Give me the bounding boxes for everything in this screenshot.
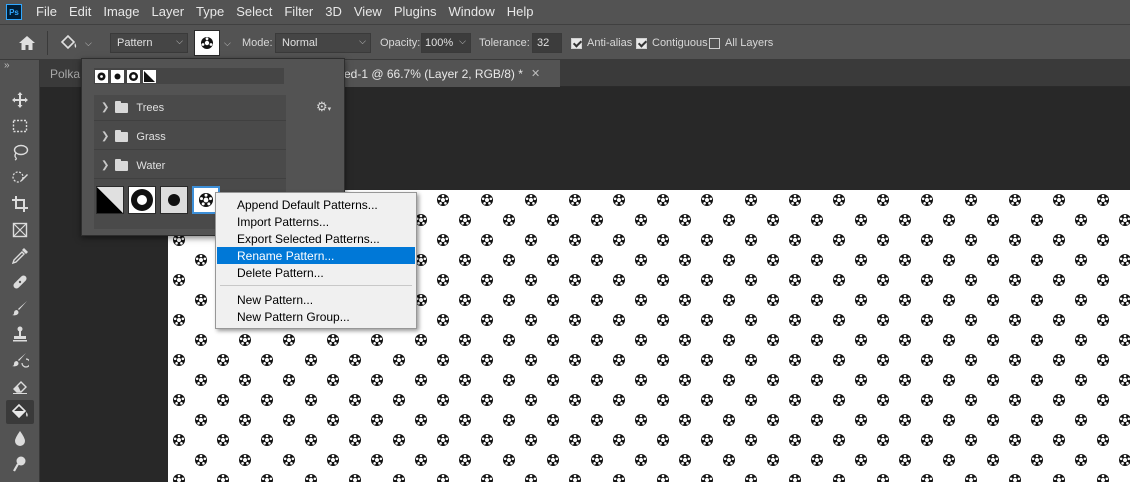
anti-alias-checkbox[interactable]: Anti-alias [571,25,632,61]
menu-item-import-patterns[interactable]: Import Patterns... [217,213,415,230]
menu-item-new-pattern-group[interactable]: New Pattern Group... [217,308,415,325]
pattern-swatch-ring[interactable] [128,186,156,214]
paint-bucket-tool-preset-icon[interactable]: ⌵ [59,25,92,61]
folder-icon [115,129,129,142]
menu-help[interactable]: Help [501,0,540,24]
paint-bucket-tool-icon[interactable] [6,400,34,424]
tab-label: tled-1 @ 66.7% (Layer 2, RGB/8) * [338,66,523,81]
dodge-tool-icon[interactable] [6,452,34,476]
options-divider [47,31,48,55]
menu-filter[interactable]: Filter [278,0,319,24]
photoshop-logo-icon: Ps [6,4,22,20]
clone-stamp-tool-icon[interactable] [6,322,34,346]
menu-layer[interactable]: Layer [146,0,191,24]
checkbox-unchecked-icon[interactable] [709,37,720,49]
opacity-input[interactable]: 100% ⌵ [421,33,471,53]
history-brush-tool-icon[interactable] [6,348,34,372]
menu-type[interactable]: Type [190,0,230,24]
group-label: Grass [136,130,166,143]
menu-divider [220,285,412,286]
pattern-group-trees[interactable]: ❯ Trees [94,95,286,121]
fill-source-value: Pattern [117,37,153,49]
mode-label: Mode: [242,37,273,49]
fill-source-dropdown[interactable]: Pattern ⌵ [110,33,188,53]
recent-pattern-swatch[interactable] [111,69,124,83]
group-label: Trees [136,101,165,114]
contiguous-label: Contiguous [652,37,708,49]
group-label: Water [136,159,166,172]
recent-pattern-swatch[interactable] [95,69,108,83]
all-layers-label: All Layers [725,37,774,49]
chevron-down-icon: ⌵ [359,36,366,46]
opacity-label: Opacity: [380,37,421,49]
menu-item-rename-pattern[interactable]: Rename Pattern... [217,247,415,264]
recent-pattern-swatch[interactable] [127,69,140,83]
contiguous-checkbox[interactable]: Contiguous [636,25,708,61]
home-icon[interactable] [18,25,36,61]
all-layers-checkbox[interactable]: All Layers [709,25,773,61]
menu-3d[interactable]: 3D [319,0,348,24]
checkbox-checked-icon[interactable] [636,37,647,49]
menu-file[interactable]: File [30,0,63,24]
pattern-group-water[interactable]: ❯ Water [94,153,286,179]
chevron-right-icon[interactable]: ❯ [101,131,109,142]
chevron-down-icon[interactable]: ⌵ [459,36,466,47]
close-tab-icon[interactable]: ✕ [531,67,540,80]
chevron-down-icon[interactable]: ⌵ [224,38,231,49]
anti-alias-label: Anti-alias [587,37,633,49]
pattern-group-grass[interactable]: ❯ Grass [94,124,286,150]
expand-panel-icon[interactable]: » [4,60,10,71]
menu-view[interactable]: View [348,0,388,24]
folder-icon [115,158,129,171]
tolerance-label: Tolerance: [479,37,530,49]
blur-tool-icon[interactable] [6,426,34,450]
quick-selection-tool-icon[interactable] [6,166,34,190]
move-tool-icon[interactable] [6,88,34,112]
chevron-down-icon: ⌵ [176,36,183,46]
current-pattern-swatch[interactable] [194,30,220,56]
blend-mode-value: Normal [282,37,318,49]
gear-icon[interactable]: ⚙▾ [316,99,331,115]
chevron-down-icon: ⌵ [85,37,92,48]
menu-plugins[interactable]: Plugins [388,0,443,24]
blend-mode-dropdown[interactable]: Normal ⌵ [275,33,371,53]
tolerance-value: 32 [537,37,550,49]
opacity-value: 100% [425,37,454,49]
menu-edit[interactable]: Edit [63,0,97,24]
pattern-swatch-dot[interactable] [160,186,188,214]
menu-item-new-pattern[interactable]: New Pattern... [217,291,415,308]
eyedropper-tool-icon[interactable] [6,244,34,268]
chevron-right-icon[interactable]: ❯ [101,102,109,113]
tools-panel: » [0,60,40,482]
menu-item-append-default-patterns[interactable]: Append Default Patterns... [217,196,415,213]
frame-tool-icon[interactable] [6,218,34,242]
marquee-tool-icon[interactable] [6,114,34,138]
brush-tool-icon[interactable] [6,296,34,320]
recent-pattern-swatch[interactable] [143,69,156,83]
crop-tool-icon[interactable] [6,192,34,216]
options-bar: ⌵ Pattern ⌵ ⌵ Mode: Normal ⌵ Opacity: 10… [0,24,1130,60]
menu-item-delete-pattern[interactable]: Delete Pattern... [217,264,415,281]
menu-select[interactable]: Select [230,0,278,24]
chevron-right-icon[interactable]: ❯ [101,160,109,171]
pattern-swatch-diagonal[interactable] [96,186,124,214]
lasso-tool-icon[interactable] [6,140,34,164]
pattern-context-menu: Append Default Patterns... Import Patter… [215,192,417,329]
pattern-picker-button[interactable]: ⌵ [194,25,231,61]
tab-label: Polka [50,66,81,81]
healing-brush-tool-icon[interactable] [6,270,34,294]
menu-bar: Ps File Edit Image Layer Type Select Fil… [0,0,1130,24]
eraser-tool-icon[interactable] [6,374,34,398]
menu-window[interactable]: Window [442,0,500,24]
menu-item-export-selected-patterns[interactable]: Export Selected Patterns... [217,230,415,247]
tolerance-input[interactable]: 32 [532,33,562,53]
folder-icon [115,100,129,113]
menu-image[interactable]: Image [97,0,145,24]
recent-patterns-bar [94,68,284,84]
checkbox-checked-icon[interactable] [571,37,582,49]
